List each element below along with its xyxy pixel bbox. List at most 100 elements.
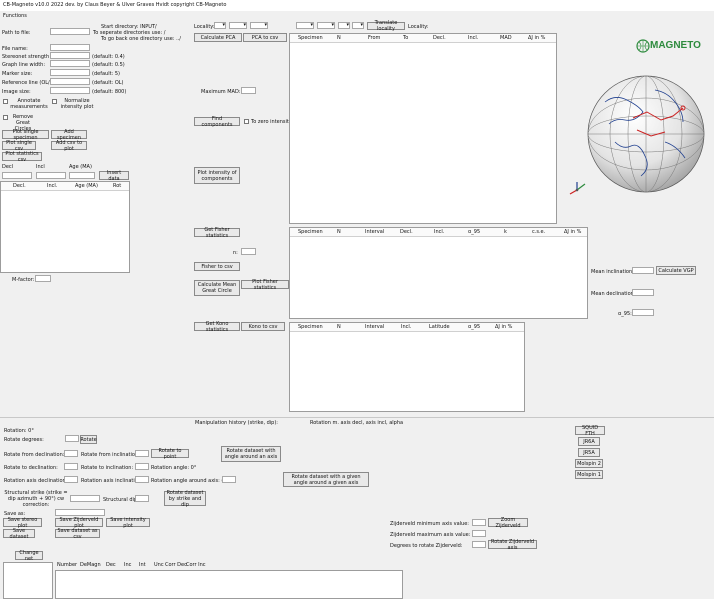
kono-to-csv-button[interactable]: Kono to csv (241, 322, 285, 331)
molspin2-button[interactable]: Molspin 2 (575, 459, 603, 468)
plot-single-csv-button[interactable]: Plot single csv (2, 140, 36, 152)
locality-select-3[interactable] (250, 22, 268, 29)
save-zijderveld-button[interactable]: Save Zijderveld plot (55, 517, 103, 529)
locality-select-5[interactable] (317, 22, 335, 29)
kono-table-header: Specimen N Interval Incl. Latitude α_95 … (290, 323, 524, 332)
rot-to-dec-input[interactable] (64, 463, 78, 470)
measurement-table[interactable] (55, 570, 403, 599)
rot-axis-inc-input[interactable] (135, 476, 149, 483)
remove-gc-checkbox[interactable] (3, 115, 8, 120)
get-fisher-button[interactable]: Get Fisher statistics (194, 227, 240, 239)
plot-single-specimen-button[interactable]: Plot single specimen (2, 129, 49, 141)
locality-select-2[interactable] (229, 22, 247, 29)
locality-select-6[interactable] (338, 22, 350, 29)
rotate-degrees-input[interactable] (65, 435, 79, 442)
graph-line-input[interactable] (50, 60, 90, 67)
data-table: Decl. Incl. Age (MA) Rot (0, 181, 130, 273)
pca-table-header: Specimen N From To Decl. Incl. MAD ΔJ in… (290, 34, 556, 43)
rotate-to-point-button[interactable]: Rotate to point (151, 448, 189, 460)
rot-from-dec-input[interactable] (64, 450, 78, 457)
molspin1-button[interactable]: Molspin 1 (575, 470, 603, 479)
locality-select-1[interactable] (214, 22, 226, 29)
plot-stats-csv-button[interactable]: Plot statistics csv (2, 151, 42, 163)
pca-col-mad: MAD (500, 35, 512, 41)
struct-strike-input[interactable] (70, 495, 100, 502)
zij-max-input[interactable] (472, 530, 486, 537)
rotate-button[interactable]: Rotate (80, 435, 97, 444)
a95-input[interactable] (632, 309, 654, 316)
col-demagn: DeMagn (80, 562, 101, 568)
add-specimen-button[interactable]: Add specimen (51, 129, 87, 141)
save-intensity-button[interactable]: Save intensity plot (106, 517, 150, 529)
kono-table: Specimen N Interval Incl. Latitude α_95 … (289, 322, 525, 412)
squid-fth-button[interactable]: SQUID FTH (575, 425, 605, 437)
rot-angle-axis-input[interactable] (222, 476, 236, 483)
save-dataset-csv-button[interactable]: Save dataset as csv (55, 528, 100, 540)
save-stereo-button[interactable]: Save stereo plot (3, 517, 42, 529)
rot-to-dec-label: Rotate to declination: (4, 465, 58, 471)
add-csv-button[interactable]: Add csv to plot (51, 140, 87, 152)
rot-to-inc-input[interactable] (135, 463, 149, 470)
plot-intensity-button[interactable]: Plot intensity of components (194, 167, 240, 184)
locality-select-7[interactable] (352, 22, 364, 29)
file-name-label: File name: (2, 46, 28, 52)
jr6a-button[interactable]: JR6A (578, 437, 600, 446)
file-name-input[interactable] (50, 44, 90, 51)
mfactor-input[interactable] (35, 275, 51, 282)
col-int: Int (139, 562, 146, 568)
graph-line-label: Graph line width: (2, 62, 46, 68)
stereonet-input[interactable] (50, 52, 90, 59)
plot-fisher-button[interactable]: Plot Fisher statistics (241, 279, 289, 291)
menu-functions[interactable]: Functions (3, 13, 27, 19)
max-mad-input[interactable] (241, 87, 256, 94)
rotate-zij-axis-button[interactable]: Rotate Zijderveld axis (488, 539, 537, 551)
fisher-col-decl: Decl. (400, 229, 413, 235)
marker-input[interactable] (50, 69, 90, 76)
rotation-status: Rotation: 0° (4, 428, 34, 434)
age-input[interactable] (69, 172, 95, 179)
fisher-to-csv-button[interactable]: Fisher to csv (194, 262, 240, 271)
rotate-dataset-given-button[interactable]: Rotate dataset with a given angle around… (283, 472, 369, 487)
manip-history-label: Manipulation history (strike, dip): (195, 420, 278, 426)
calculate-vgp-button[interactable]: Calculate VGP (656, 266, 696, 275)
zij-min-input[interactable] (472, 519, 486, 526)
calc-mean-gc-button[interactable]: Calculate Mean Great Circle (194, 280, 240, 296)
struct-dip-input[interactable] (135, 495, 149, 502)
pca-to-csv-button[interactable]: PCA to csv (243, 33, 287, 42)
rotate-dataset-axis-button[interactable]: Rotate dataset with angle around an axis (221, 446, 281, 462)
mean-dec-input[interactable] (632, 289, 654, 296)
image-size-input[interactable] (50, 87, 90, 94)
zoom-zijderveld-button[interactable]: Zoom Zijderveld (488, 517, 528, 529)
col-rot: Rot (113, 183, 122, 189)
mean-inc-input[interactable] (632, 267, 654, 274)
kono-col-a95: α_95 (468, 324, 481, 330)
kono-col-incl: Incl. (401, 324, 412, 330)
get-kono-button[interactable]: Get Kono statistics (194, 321, 240, 333)
col-incl: Incl. (47, 183, 58, 189)
locality-select-4[interactable] (296, 22, 314, 29)
find-components-button[interactable]: Find components (194, 116, 240, 128)
annotate-checkbox[interactable] (3, 99, 8, 104)
jr5a-button[interactable]: JR5A (578, 448, 600, 457)
refline-default: (default: OL) (92, 80, 124, 86)
rot-from-inc-input[interactable] (135, 450, 149, 457)
inc-input[interactable] (36, 172, 66, 179)
rot-axis-dec-input[interactable] (64, 476, 78, 483)
normalize-checkbox[interactable] (52, 99, 57, 104)
net-list[interactable] (3, 562, 53, 599)
rotate-strike-dip-button[interactable]: Rotate dataset by strike and dip (164, 490, 206, 508)
translate-locality-button[interactable]: Translate locality (367, 20, 405, 32)
change-net-button[interactable]: Change net (15, 550, 43, 562)
insert-data-button[interactable]: Insert data (99, 170, 129, 182)
n-input[interactable] (241, 248, 256, 255)
deg-rot-zij-input[interactable] (472, 541, 486, 548)
path-input[interactable] (50, 28, 90, 35)
save-dataset-button[interactable]: Save dataset (3, 528, 35, 540)
save-as-input[interactable] (55, 509, 105, 516)
stereonet-label: Stereonet strength (2, 54, 50, 60)
to-zero-checkbox[interactable] (244, 119, 249, 124)
dec-input[interactable] (2, 172, 32, 179)
globe-plot[interactable] (585, 72, 707, 197)
refline-input[interactable] (50, 78, 90, 85)
calculate-pca-button[interactable]: Calculate PCA (194, 33, 242, 42)
